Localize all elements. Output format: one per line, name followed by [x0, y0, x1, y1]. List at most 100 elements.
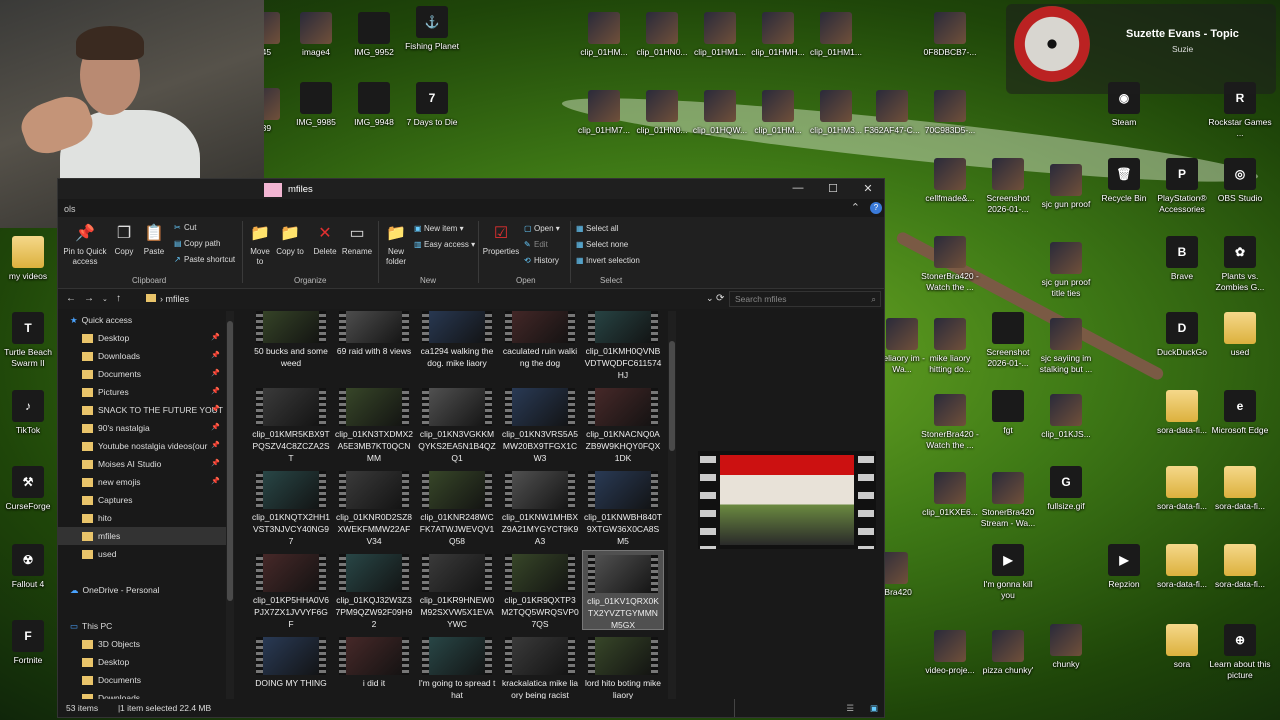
delete-button[interactable]: ✕ Delete — [310, 223, 340, 257]
desktop-icon[interactable]: ☢ Fallout 4 — [0, 544, 60, 590]
file-item[interactable]: 50 bucks and some weed — [250, 311, 332, 381]
select-none-button[interactable]: ▦ Select none — [576, 240, 628, 249]
desktop-icon[interactable]: chunky — [1034, 624, 1098, 670]
file-item[interactable]: krackalatica mike liaory being racist — [499, 633, 581, 701]
file-item[interactable]: clip_01KNACNQ0AZB9W9KHQY0FQX1DK — [582, 384, 664, 464]
desktop-icon[interactable]: my videos — [0, 236, 60, 282]
desktop-icon[interactable]: clip_01HN0... — [630, 12, 694, 58]
pin-quick-access-button[interactable]: 📌 Pin to Quick access — [60, 223, 110, 267]
nav-item[interactable]: ☁ OneDrive - Personal — [58, 581, 230, 599]
path-dropdown-icon[interactable]: ⌄ — [706, 293, 714, 304]
desktop-icon[interactable]: IMG_9948 — [342, 82, 406, 128]
nav-item[interactable]: Documents 📌 — [58, 365, 230, 383]
nav-item[interactable]: ▭ This PC — [58, 617, 230, 635]
desktop-icon[interactable]: Screenshot 2026-01-... — [976, 312, 1040, 369]
file-item[interactable]: ca1294 walking the dog. mike liaory — [416, 311, 498, 381]
desktop-icon[interactable]: used — [1208, 312, 1272, 358]
desktop-icon[interactable]: Screenshot 2026-01-... — [976, 158, 1040, 215]
properties-button[interactable]: ☑ Properties — [482, 223, 520, 257]
desktop-icon[interactable]: cellfmade&... — [918, 158, 982, 204]
nav-item[interactable]: SNACK TO THE FUTURE YOUT 📌 — [58, 401, 230, 419]
desktop-icon[interactable]: StonerBra420 Stream - Wa... — [976, 472, 1040, 529]
desktop-icon[interactable]: StonerBra420 - Watch the ... — [918, 394, 982, 451]
refresh-icon[interactable]: ⟳ — [716, 293, 724, 304]
file-item[interactable]: clip_01KN3TXDMX2A5E3MB7KT0QCNMM — [333, 384, 415, 464]
paste-shortcut-button[interactable]: ↗ Paste shortcut — [174, 255, 235, 264]
desktop-icon[interactable]: clip_01HM1... — [688, 12, 752, 58]
nav-item[interactable]: 3D Objects — [58, 635, 230, 653]
desktop-icon[interactable]: T Turtle Beach Swarm II — [0, 312, 60, 369]
back-icon[interactable]: ← — [66, 293, 76, 304]
nav-item[interactable]: new emojis 📌 — [58, 473, 230, 491]
file-explorer-window[interactable]: mfiles — ☐ ✕ ols ⌃ ? 📌 Pin to Quick acces… — [57, 178, 885, 718]
desktop-icon[interactable]: F Fortnite — [0, 620, 60, 666]
desktop-icon[interactable]: image4 — [284, 12, 348, 58]
nav-item[interactable]: mfiles — [58, 527, 230, 545]
desktop-icon[interactable]: IMG_9952 — [342, 12, 406, 58]
file-item[interactable]: clip_01KQJ32W3Z37PM9QZW92F09H92 — [333, 550, 415, 630]
desktop-icon[interactable]: IMG_9985 — [284, 82, 348, 128]
desktop-icon[interactable]: clip_01HM7... — [572, 90, 636, 136]
desktop-icon[interactable]: 0F8DBCB7-... — [918, 12, 982, 58]
invert-selection-button[interactable]: ▦ Invert selection — [576, 256, 640, 265]
nav-item[interactable]: Desktop — [58, 653, 230, 671]
file-item[interactable]: caculated ruin walking the dog — [499, 311, 581, 381]
desktop-icon[interactable]: 7 7 Days to Die — [400, 82, 464, 128]
desktop-icon[interactable]: sora-data-fi... — [1208, 544, 1272, 590]
title-bar[interactable]: mfiles — ☐ ✕ — [58, 179, 884, 199]
nav-item[interactable]: used — [58, 545, 230, 563]
desktop-icon[interactable]: Gfullsize.gif — [1034, 466, 1098, 512]
desktop-icon[interactable]: clip_01HQW... — [688, 90, 752, 136]
file-item[interactable]: lord hito boting mike liaory — [582, 633, 664, 701]
recent-locations-icon[interactable]: ⌄ — [102, 295, 108, 303]
large-icons-view-icon[interactable]: ▣ — [870, 699, 878, 717]
file-item[interactable]: clip_01KNWBH840T9XTGW36X0CA8SM5 — [582, 467, 664, 547]
nav-item[interactable]: Moises AI Studio 📌 — [58, 455, 230, 473]
easy-access-button[interactable]: ▥ Easy access ▾ — [414, 240, 475, 249]
desktop-icon[interactable]: clip_01HM... — [572, 12, 636, 58]
nav-item[interactable]: Downloads 📌 — [58, 347, 230, 365]
file-item[interactable]: clip_01KNR0D2SZ8XWEKFMMW22AFV34 — [333, 467, 415, 547]
help-icon[interactable]: ? — [870, 202, 882, 214]
desktop-icon[interactable]: sora-data-fi... — [1150, 466, 1214, 512]
maximize-button[interactable]: ☐ — [823, 182, 843, 195]
history-button[interactable]: ⟲ History — [524, 256, 559, 265]
nav-item[interactable]: 90's nastalgia 📌 — [58, 419, 230, 437]
desktop-icon[interactable]: 70C983D5-... — [918, 90, 982, 136]
minimize-button[interactable]: — — [788, 182, 808, 194]
desktop-icon[interactable]: F362AF47-C... — [860, 90, 924, 136]
paste-button[interactable]: 📋 Paste — [140, 223, 168, 257]
files-scrollbar[interactable] — [668, 311, 676, 699]
file-item[interactable]: 69 raid with 8 views — [333, 311, 415, 381]
nav-scrollbar[interactable] — [226, 311, 234, 699]
now-playing-widget[interactable]: Suzette Evans - Topic Suzie — [1006, 4, 1276, 94]
edit-button[interactable]: ✎ Edit — [524, 240, 548, 249]
new-folder-button[interactable]: 📁 New folder — [382, 223, 410, 267]
file-item[interactable]: clip_01KP5HHA0V6PJX7ZX1JVVYF6GF — [250, 550, 332, 630]
file-item[interactable]: clip_01KMH0QVNBVDTWQDFC611574HJ — [582, 311, 664, 381]
file-item[interactable]: i did it — [333, 633, 415, 701]
move-to-button[interactable]: 📁 Move to — [246, 223, 274, 267]
copy-button[interactable]: ❐ Copy — [110, 223, 138, 257]
path-segment[interactable]: mfiles — [166, 294, 190, 304]
desktop-icon[interactable]: 🗑 Recycle Bin — [1092, 158, 1156, 204]
desktop-icon[interactable]: clip_01HN0... — [630, 90, 694, 136]
details-view-icon[interactable]: ☰ — [846, 699, 854, 717]
file-item[interactable]: clip_01KNW1MHBXZ9A21MYGYCT9K9A3 — [499, 467, 581, 547]
open-button[interactable]: ▢ Open ▾ — [524, 224, 560, 233]
file-item[interactable]: clip_01KR9QXTP3M2TQQ5WRQSVP07QS — [499, 550, 581, 630]
file-item[interactable]: clip_01KN3VGKKMQYKS2EA5N1B4QZQ1 — [416, 384, 498, 464]
file-item[interactable]: clip_01KV1QRX0KTX2YVZTGYMMNM5GX — [582, 550, 664, 630]
nav-item[interactable]: Youtube nostalgia videos(our 📌 — [58, 437, 230, 455]
file-item[interactable]: clip_01KMR5KBX9TPQSZV4C8ZCZA2ST — [250, 384, 332, 464]
nav-item[interactable]: Captures — [58, 491, 230, 509]
desktop-icon[interactable]: sjc gun proof — [1034, 164, 1098, 210]
up-icon[interactable]: ↑ — [116, 293, 121, 304]
nav-item[interactable]: hito — [58, 509, 230, 527]
desktop-icon[interactable]: sora-data-fi... — [1150, 544, 1214, 590]
desktop-icon[interactable]: clip_01HM3... — [804, 90, 868, 136]
desktop-icon[interactable]: sora — [1150, 624, 1214, 670]
file-item[interactable]: clip_01KR9HNEW0M92SXVW5X1EVAYWC — [416, 550, 498, 630]
desktop-icon[interactable]: ◎ OBS Studio — [1208, 158, 1272, 204]
desktop-icon[interactable]: ▶ I'm gonna kill you — [976, 544, 1040, 601]
